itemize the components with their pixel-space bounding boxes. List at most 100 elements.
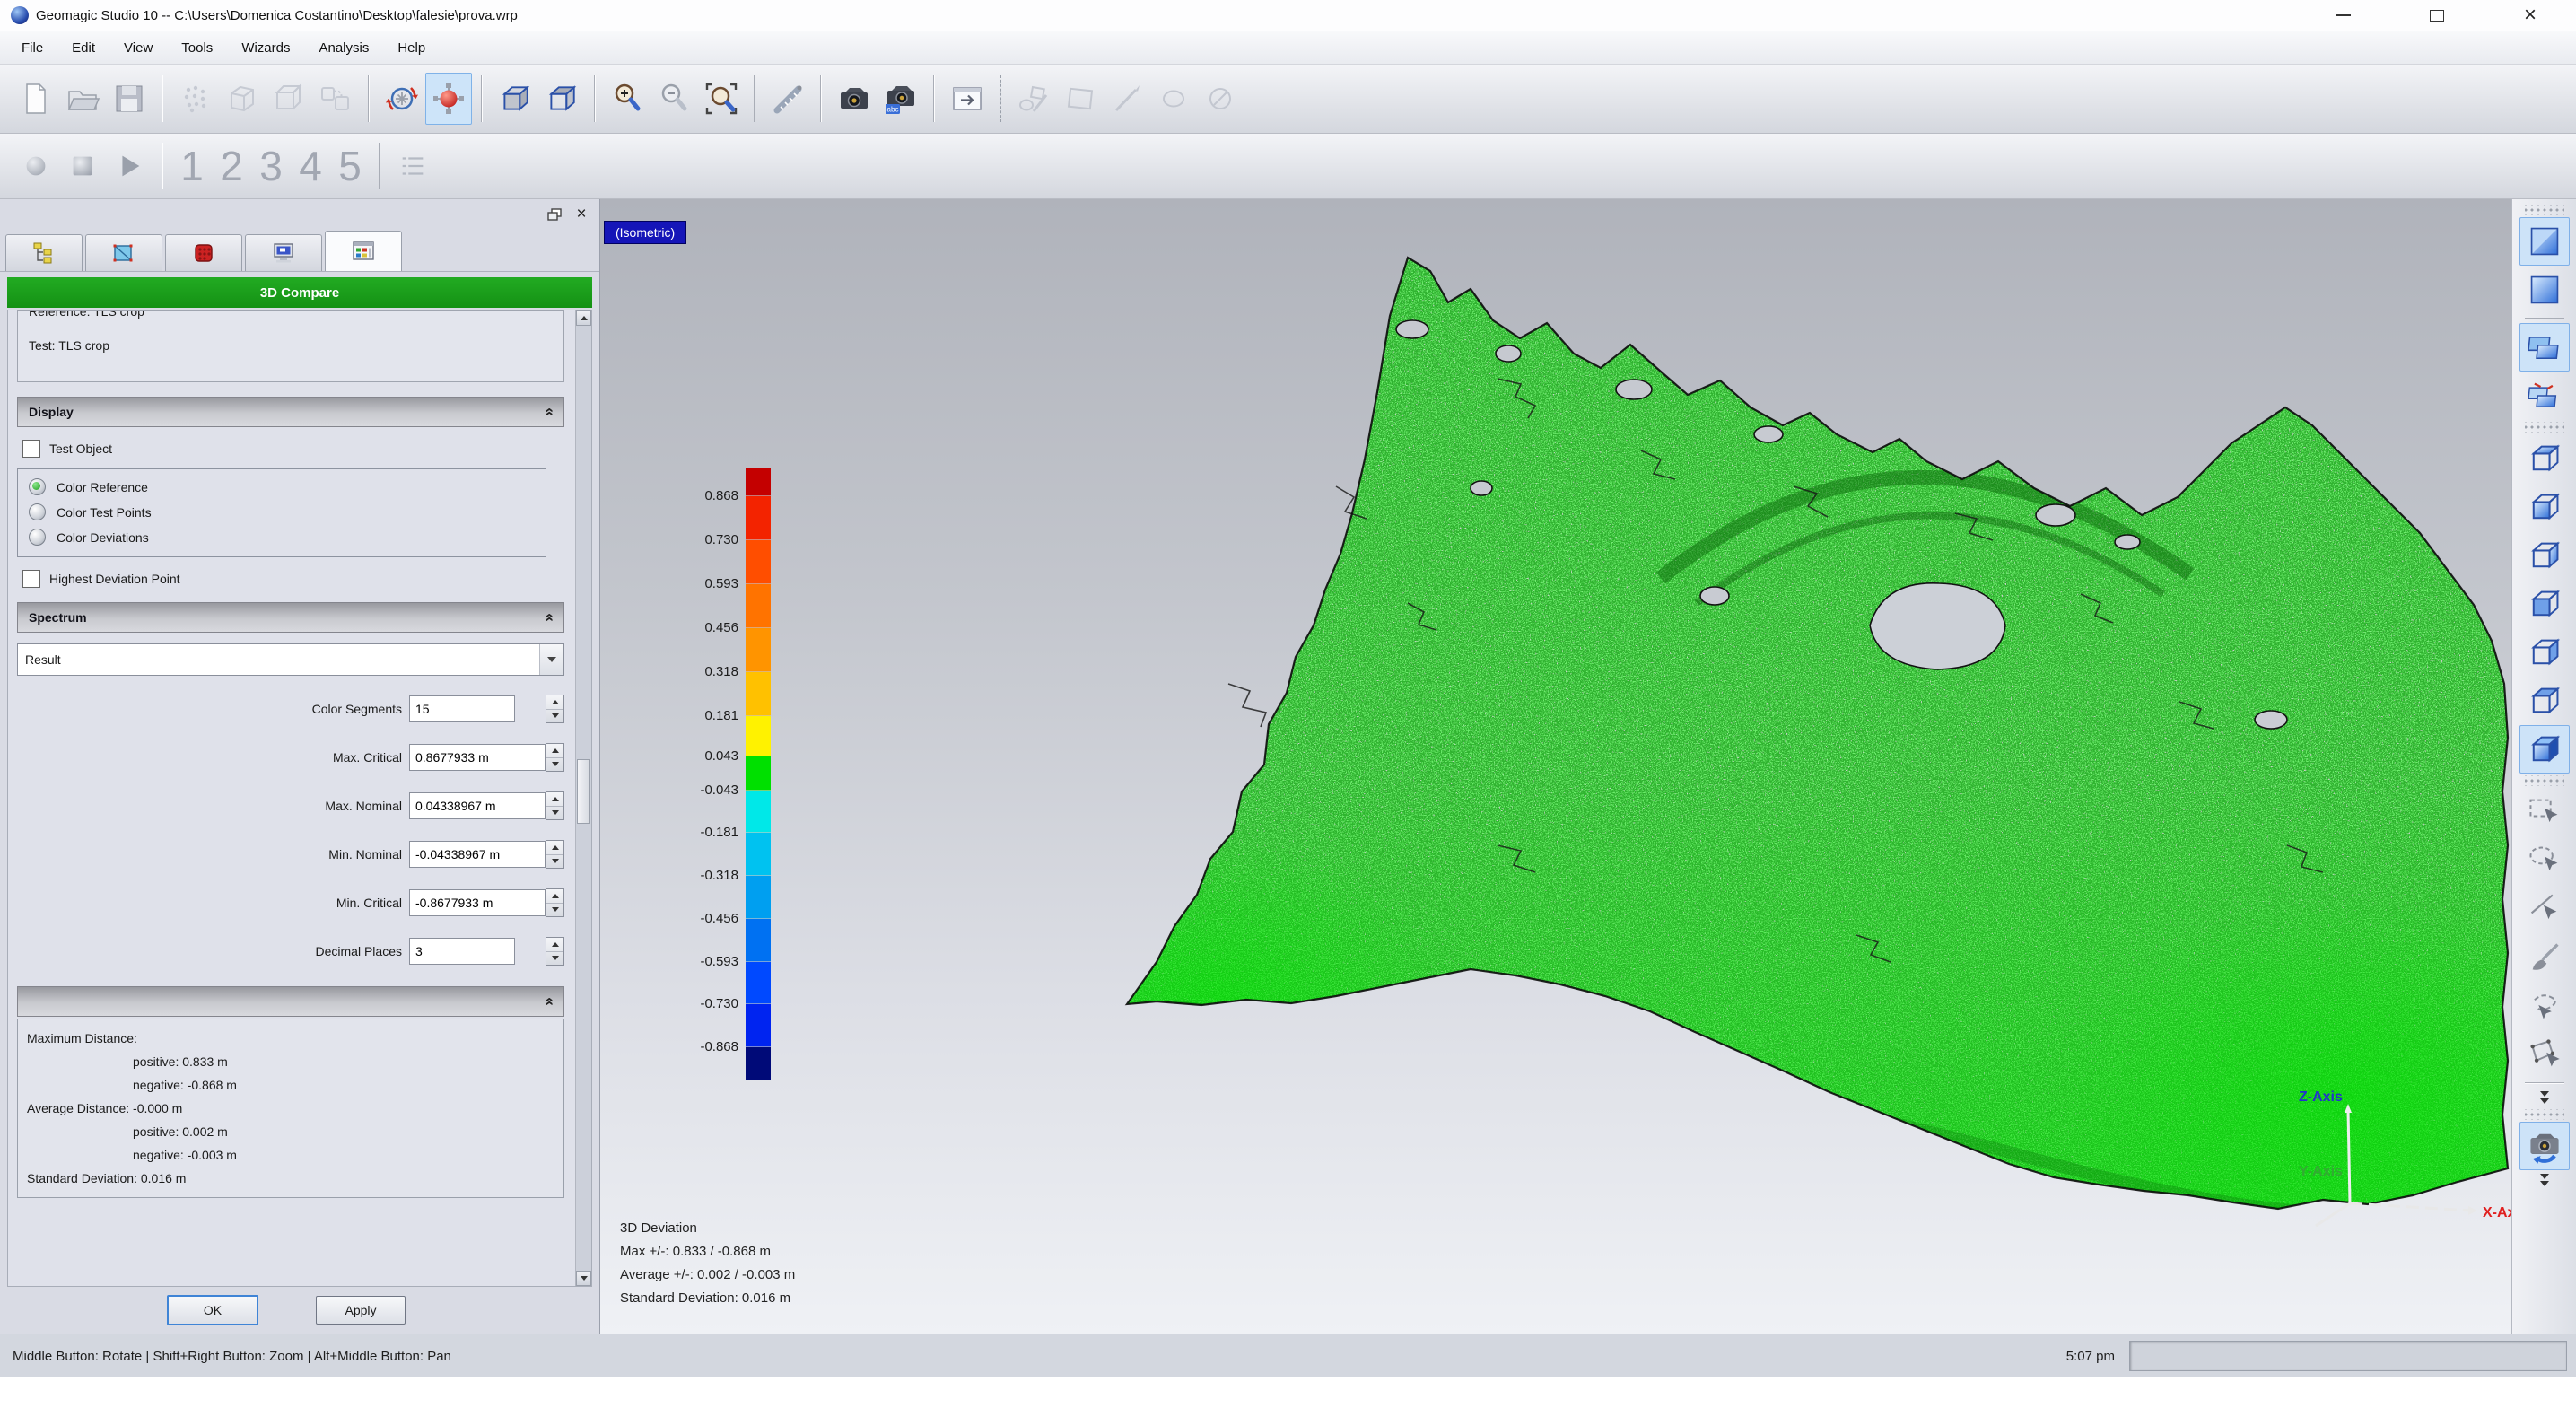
spin-up-button[interactable] [546,841,563,855]
new-file-button[interactable] [13,73,59,125]
tab-display[interactable] [85,234,162,271]
toolbar-overflow-button[interactable] [2540,1174,2549,1186]
open-file-button[interactable] [59,73,106,125]
field-input-max-nominal[interactable] [409,792,546,819]
field-input-min-nominal[interactable] [409,841,546,868]
spinner-max-nominal[interactable] [546,791,564,820]
tab-model-manager[interactable] [5,234,83,271]
orbit-rotate-button[interactable] [379,73,425,125]
no-datum-button[interactable] [1197,73,1244,125]
view-right-button[interactable] [2519,531,2570,580]
maximize-button[interactable] [2423,4,2450,27]
stage-button-3[interactable]: 3 [251,142,291,190]
radio-color-test-points[interactable] [29,503,46,520]
registration-button[interactable] [312,73,359,125]
stage-button-4[interactable]: 4 [291,142,330,190]
spin-up-button[interactable] [546,744,563,758]
menu-edit[interactable]: Edit [57,36,109,60]
minimize-button[interactable] [2330,4,2357,27]
spectrum-section-header[interactable]: Spectrum [17,602,564,633]
statistics-section-header[interactable] [17,986,564,1017]
tab-system[interactable] [245,234,322,271]
close-button[interactable]: × [2517,4,2544,27]
spin-down-button[interactable] [546,710,563,723]
spin-up-button[interactable] [546,792,563,807]
panel-close-button[interactable]: × [571,205,592,224]
dropdown-button[interactable] [539,644,563,675]
spinner-color-segments[interactable] [546,695,564,723]
select-ellipse-button[interactable] [2519,836,2570,885]
view-bottom-button[interactable] [2519,677,2570,725]
menu-analysis[interactable]: Analysis [304,36,383,60]
select-lasso-button[interactable] [2519,982,2570,1030]
radio-color-reference[interactable] [29,478,46,495]
field-input-color-segments[interactable] [409,695,515,722]
wrap-model-button[interactable] [219,73,266,125]
menu-help[interactable]: Help [383,36,440,60]
field-input-min-critical[interactable] [409,889,546,916]
spin-down-button[interactable] [546,904,563,917]
view-left-button[interactable] [2519,628,2570,677]
menu-file[interactable]: File [7,36,57,60]
wireframe-view-button[interactable] [538,73,585,125]
measure-button[interactable] [764,73,811,125]
points-display-button[interactable] [172,73,219,125]
select-polygon-button[interactable] [2519,1030,2570,1079]
zoom-in-button[interactable] [605,73,651,125]
create-ellipse-button[interactable] [1150,73,1197,125]
stage-stop-button[interactable] [59,140,106,192]
create-rectangle-button[interactable] [1057,73,1104,125]
spinner-max-critical[interactable] [546,743,564,772]
apply-button[interactable]: Apply [316,1296,406,1325]
toolbar-grip[interactable] [2525,775,2564,786]
toolbar-grip[interactable] [2525,1109,2564,1120]
menu-wizards[interactable]: Wizards [227,36,304,60]
restore-view-button[interactable] [2519,1122,2570,1170]
flat-shade-button[interactable] [2519,266,2570,314]
spinner-decimal-places[interactable] [546,937,564,966]
scroll-up-button[interactable] [576,310,591,326]
field-input-max-critical[interactable] [409,744,546,771]
view-back-button[interactable] [2519,580,2570,628]
save-button[interactable] [106,73,153,125]
capture-image-button[interactable] [831,73,878,125]
select-rectangle-button[interactable] [2519,788,2570,836]
test-object-checkbox[interactable] [22,440,40,458]
spin-down-button[interactable] [546,807,563,820]
create-primitives-button[interactable] [1010,73,1057,125]
panel-scrollbar[interactable] [575,310,591,1286]
spin-down-button[interactable] [546,952,563,966]
select-paintbrush-button[interactable] [2519,933,2570,982]
spin-down-button[interactable] [546,855,563,869]
spin-up-button[interactable] [546,889,563,904]
menu-tools[interactable]: Tools [167,36,227,60]
stage-button-2[interactable]: 2 [212,142,251,190]
panel-float-button[interactable] [544,205,565,224]
shade-view-button[interactable] [492,73,538,125]
toolbar-overflow-button[interactable] [2540,1091,2549,1104]
stage-play-button[interactable] [106,140,153,192]
stage-sphere-button[interactable] [13,140,59,192]
viewport-3d[interactable]: (Isometric) [600,199,2511,1334]
spin-down-button[interactable] [546,758,563,772]
view-top-button[interactable] [2519,434,2570,483]
zoom-out-button[interactable] [651,73,698,125]
toolbar-grip[interactable] [2525,422,2564,433]
display-section-header[interactable]: Display [17,397,564,427]
bounding-box-button[interactable] [266,73,312,125]
radio-color-deviations[interactable] [29,529,46,546]
tab-dialog[interactable] [325,231,402,271]
field-input-decimal-places[interactable] [409,938,515,965]
scrollbar-thumb[interactable] [577,759,590,824]
spin-up-button[interactable] [546,938,563,952]
view-isometric-button[interactable] [2519,725,2570,774]
datum-display-button[interactable] [2519,323,2570,372]
create-line-button[interactable] [1104,73,1150,125]
zoom-window-button[interactable] [698,73,745,125]
mesh-canvas[interactable]: Z-Axis Y-Axis X-Axis [600,217,2511,1334]
toggle-dialog-panel-button[interactable] [944,73,991,125]
spectrum-result-dropdown[interactable]: Result [17,643,564,676]
spinner-min-nominal[interactable] [546,840,564,869]
stage-list-button[interactable] [389,140,436,192]
highest-deviation-checkbox[interactable] [22,570,40,588]
